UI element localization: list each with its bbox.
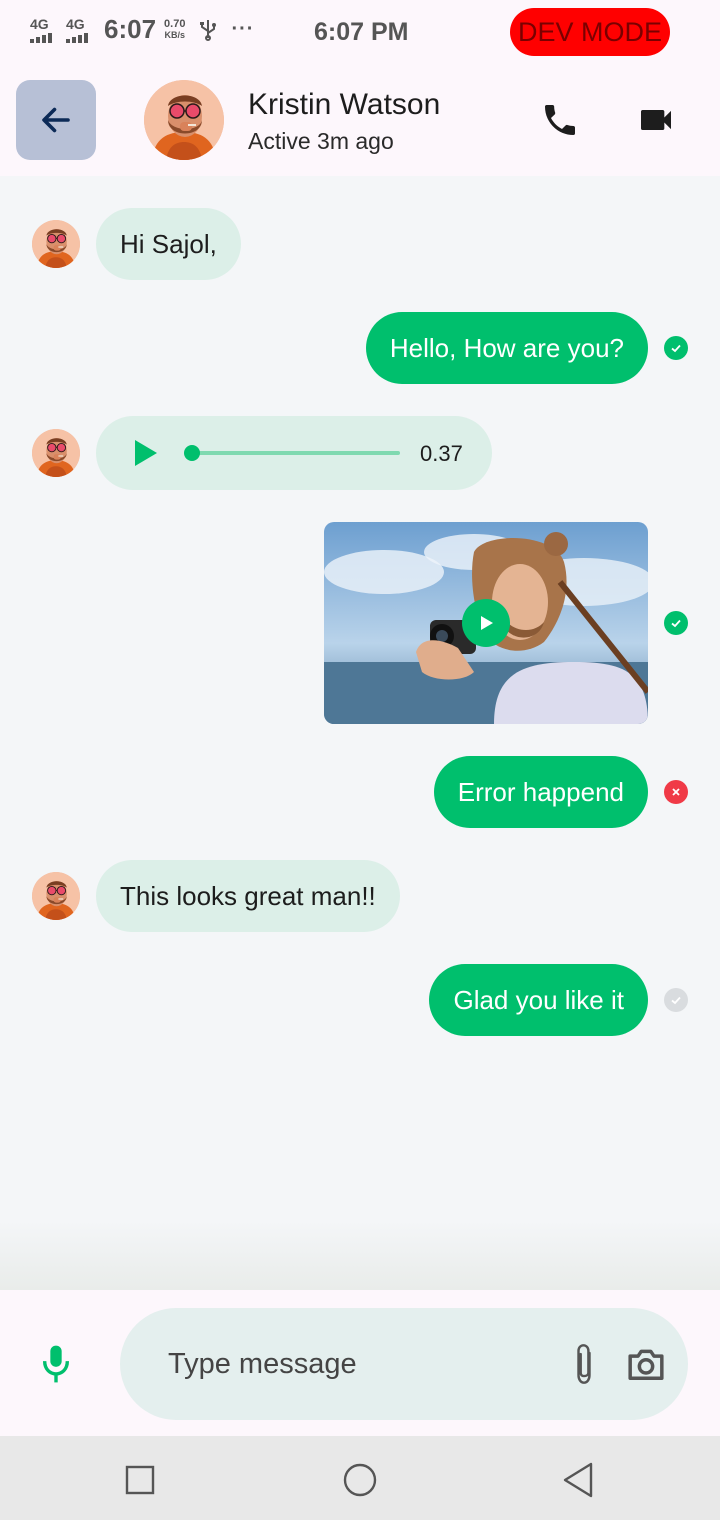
close-icon	[672, 788, 680, 796]
incoming-message[interactable]: Hi Sajol,	[96, 208, 241, 280]
status-center-time: 6:07 PM	[314, 18, 409, 46]
network-speed: 0.70 KB/s	[164, 17, 186, 41]
recents-button[interactable]	[120, 1460, 160, 1500]
check-icon	[671, 996, 681, 1005]
message-sent-indicator	[664, 988, 688, 1012]
network-type-label: 4G	[66, 15, 85, 32]
signal-icon: 4G	[30, 15, 60, 45]
sender-photo	[32, 429, 80, 477]
message-viewed-indicator	[664, 336, 688, 360]
overflow-indicator: ···	[231, 18, 255, 40]
avatar[interactable]	[144, 80, 224, 160]
avatar	[32, 429, 80, 477]
voice-record-button[interactable]	[36, 1344, 76, 1384]
message-composer	[0, 1290, 720, 1436]
video-play-button[interactable]	[462, 599, 510, 647]
recents-square-icon	[125, 1465, 155, 1495]
outgoing-message[interactable]: Glad you like it	[429, 964, 648, 1036]
camera-icon	[628, 1349, 664, 1380]
audio-progress-track[interactable]	[190, 451, 400, 455]
call-button[interactable]	[536, 96, 584, 144]
outgoing-message[interactable]: Hello, How are you?	[365, 312, 648, 384]
outgoing-message[interactable]: Error happend	[433, 756, 648, 828]
status-bar: 4G 4G 6:07 0.70 KB/s ··· 6:07 PM DEV MOD…	[0, 0, 720, 66]
avatar	[32, 220, 80, 268]
video-camera-icon	[641, 110, 671, 130]
play-icon[interactable]	[130, 438, 160, 468]
signal-icon: 4G	[66, 15, 96, 45]
check-icon	[671, 619, 681, 628]
sender-photo	[32, 220, 80, 268]
video-message[interactable]	[324, 522, 648, 724]
network-type-label: 4G	[30, 15, 49, 32]
incoming-message[interactable]: This looks great man!!	[96, 860, 400, 932]
status-time: 6:07	[104, 14, 157, 44]
speed-value: 0.70	[164, 17, 186, 30]
back-button[interactable]	[16, 80, 96, 160]
play-icon	[481, 616, 493, 630]
paperclip-icon	[577, 1344, 591, 1384]
microphone-icon	[42, 1345, 70, 1383]
audio-message: 0.37	[96, 416, 492, 490]
audio-progress-handle[interactable]	[184, 445, 200, 461]
phone-icon	[545, 105, 575, 135]
back-nav-button[interactable]	[558, 1460, 598, 1500]
contact-photo	[144, 80, 224, 160]
camera-button[interactable]	[624, 1342, 668, 1386]
home-circle-icon	[343, 1463, 377, 1497]
message-input-container	[120, 1308, 688, 1420]
back-triangle-icon	[563, 1462, 593, 1498]
chat-header: Kristin Watson Active 3m ago	[0, 66, 720, 176]
system-navigation-bar	[0, 1436, 720, 1520]
audio-duration: 0.37	[420, 441, 463, 466]
home-button[interactable]	[340, 1460, 380, 1500]
contact-status: Active 3m ago	[248, 128, 394, 154]
message-input[interactable]	[168, 1342, 548, 1386]
attach-button[interactable]	[564, 1342, 604, 1386]
dev-mode-badge: DEV MODE	[510, 8, 670, 56]
composer-shadow	[0, 1220, 720, 1290]
contact-name: Kristin Watson	[248, 88, 441, 121]
avatar	[32, 872, 80, 920]
message-error-indicator[interactable]	[664, 780, 688, 804]
speed-unit: KB/s	[164, 29, 186, 40]
check-icon	[671, 344, 681, 353]
arrow-left-icon	[42, 107, 70, 133]
usb-icon	[200, 19, 217, 41]
video-call-button[interactable]	[632, 96, 680, 144]
message-viewed-indicator	[664, 611, 688, 635]
sender-photo	[32, 872, 80, 920]
